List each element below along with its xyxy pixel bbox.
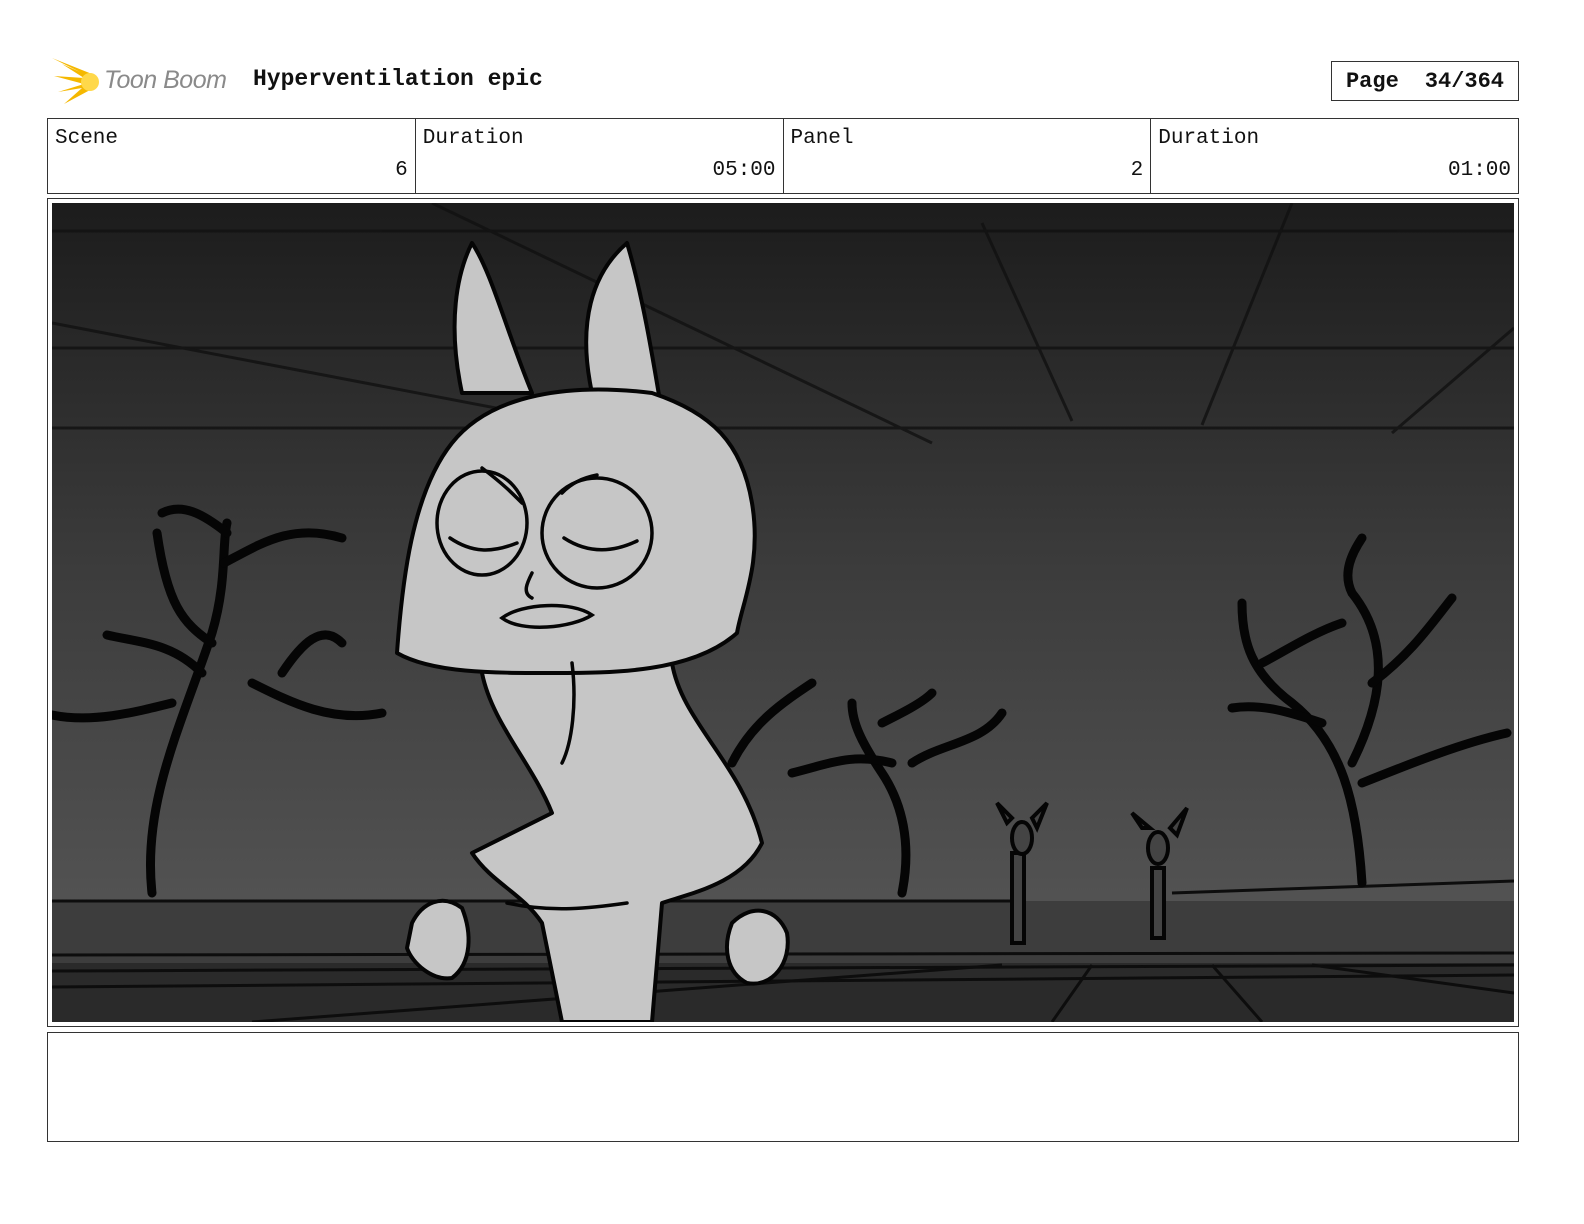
scene-label: Scene [55, 127, 119, 150]
flame-icon [52, 58, 99, 104]
page-number: 34/364 [1424, 68, 1505, 94]
panel-duration-label: Duration [1158, 127, 1260, 150]
storyboard-title: Hyperventilation epic [253, 66, 543, 92]
panel-notes-box [47, 1032, 1519, 1142]
panel-duration-cell: Duration 01:00 [1151, 119, 1518, 193]
scene-duration-label: Duration [422, 127, 524, 150]
storyboard-drawing [52, 203, 1514, 1022]
panel-frame [47, 198, 1519, 1027]
scene-cell: Scene 6 [48, 119, 416, 193]
panel-cell: Panel 2 [784, 119, 1152, 193]
scene-value: 6 [395, 159, 408, 182]
panel-value: 2 [1130, 159, 1144, 182]
page-label: Page [1345, 68, 1399, 94]
scene-duration-value: 05:00 [712, 159, 776, 182]
panel-info-row: Scene 6 Duration 05:00 Panel 2 Duration … [47, 118, 1519, 194]
sketch-illustration [52, 203, 1514, 1022]
logo-text: Toon Boom [104, 66, 227, 94]
panel-label: Panel [790, 127, 854, 150]
toon-boom-logo: Toon Boom [50, 54, 240, 108]
scene-duration-cell: Duration 05:00 [416, 119, 784, 193]
panel-duration-value: 01:00 [1447, 159, 1511, 182]
page-indicator: Page 34/364 [1331, 61, 1519, 101]
